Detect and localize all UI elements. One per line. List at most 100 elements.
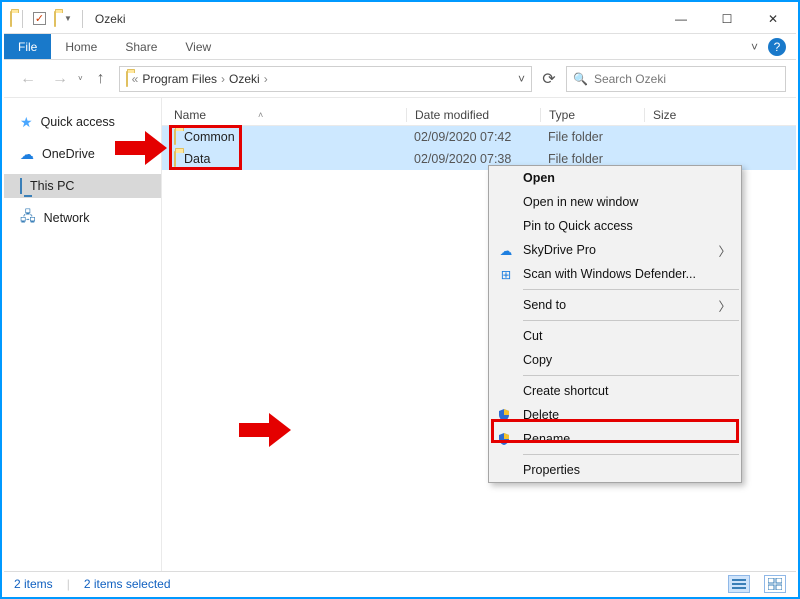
ctx-delete[interactable]: Delete xyxy=(489,403,741,427)
sort-asc-icon: ˄ xyxy=(258,110,263,120)
forward-button[interactable]: → xyxy=(46,65,74,93)
refresh-button[interactable]: ⟳ xyxy=(536,66,562,92)
folder-appicon xyxy=(10,12,12,26)
annotation-arrow-icon xyxy=(115,131,169,165)
context-menu: Open Open in new window Pin to Quick acc… xyxy=(488,165,742,483)
file-name: Data xyxy=(184,152,210,166)
breadcrumb-root-icon[interactable]: « xyxy=(132,72,139,86)
back-button[interactable]: ← xyxy=(14,65,42,93)
qat-separator-2 xyxy=(82,10,83,28)
window-title: Ozeki xyxy=(95,12,126,26)
large-icons-view-button[interactable] xyxy=(764,575,786,593)
status-bar: 2 items | 2 items selected xyxy=(4,571,796,595)
file-name: Common xyxy=(184,130,235,144)
explorer-window: ✓ ▼ Ozeki — ☐ ✕ File Home Share View ˅ ? xyxy=(4,4,796,595)
sidebar-item-label: OneDrive xyxy=(42,147,95,161)
chevron-right-icon: 〉 xyxy=(718,241,731,260)
cloud-icon: ☁ xyxy=(20,146,34,163)
ctx-separator xyxy=(523,454,739,455)
ctx-send-to[interactable]: Send to 〉 xyxy=(489,293,741,317)
ctx-pin-quickaccess[interactable]: Pin to Quick access xyxy=(489,214,741,238)
ctx-label: Scan with Windows Defender... xyxy=(523,267,696,281)
title-bar: ✓ ▼ Ozeki — ☐ ✕ xyxy=(4,4,796,34)
tab-view[interactable]: View xyxy=(171,34,225,59)
navigation-pane: ★ Quick access ☁ OneDrive This PC 🖧 Netw… xyxy=(4,98,162,571)
column-name[interactable]: Name ˄ xyxy=(162,108,406,122)
annotation-arrow-icon xyxy=(239,413,293,447)
sidebar-item-label: This PC xyxy=(30,179,74,193)
chevron-right-icon[interactable]: › xyxy=(221,72,225,86)
chevron-right-icon: 〉 xyxy=(718,296,731,315)
file-list: Name ˄ Date modified Type Size Common 02… xyxy=(162,98,796,571)
qat-separator xyxy=(22,10,23,28)
ctx-skydrive-pro[interactable]: ☁ SkyDrive Pro 〉 xyxy=(489,238,741,262)
address-dropdown-icon[interactable]: ˅ xyxy=(518,72,525,86)
ctx-label: Send to xyxy=(523,298,566,312)
file-type: File folder xyxy=(540,152,644,166)
maximize-button[interactable]: ☐ xyxy=(704,4,750,34)
ctx-label: Delete xyxy=(523,408,559,422)
large-icons-icon xyxy=(768,578,782,590)
folder-icon xyxy=(174,152,176,166)
ctx-label: SkyDrive Pro xyxy=(523,243,596,257)
address-bar[interactable]: « Program Files › Ozeki › ˅ xyxy=(119,66,532,92)
column-headers: Name ˄ Date modified Type Size xyxy=(162,98,796,126)
status-selected-count: 2 items selected xyxy=(84,577,171,591)
breadcrumb-item[interactable]: Ozeki xyxy=(229,72,260,86)
sidebar-item-label: Network xyxy=(44,211,90,225)
star-icon: ★ xyxy=(20,114,33,131)
file-tab[interactable]: File xyxy=(4,34,51,59)
file-date: 02/09/2020 07:38 xyxy=(406,152,540,166)
ctx-rename[interactable]: Rename xyxy=(489,427,741,451)
minimize-button[interactable]: — xyxy=(658,4,704,34)
details-view-icon xyxy=(732,579,746,589)
ctx-create-shortcut[interactable]: Create shortcut xyxy=(489,379,741,403)
address-bar-row: ← → ˅ ↑ « Program Files › Ozeki › ˅ ⟳ 🔍 … xyxy=(4,60,796,98)
qat-properties-icon[interactable]: ✓ xyxy=(33,12,46,25)
sidebar-item-thispc[interactable]: This PC xyxy=(4,174,161,198)
ctx-copy[interactable]: Copy xyxy=(489,348,741,372)
ctx-label: Rename xyxy=(523,432,570,446)
column-date[interactable]: Date modified xyxy=(406,108,540,122)
tab-share[interactable]: Share xyxy=(111,34,171,59)
ctx-properties[interactable]: Properties xyxy=(489,458,741,482)
sidebar-item-network[interactable]: 🖧 Network xyxy=(4,206,161,230)
status-item-count: 2 items xyxy=(14,577,53,591)
chevron-right-icon[interactable]: › xyxy=(264,72,268,86)
network-icon: 🖧 xyxy=(20,206,36,230)
ctx-open-new-window[interactable]: Open in new window xyxy=(489,190,741,214)
file-type: File folder xyxy=(540,130,644,144)
ctx-scan-defender[interactable]: ⊞ Scan with Windows Defender... xyxy=(489,262,741,286)
tab-home[interactable]: Home xyxy=(51,34,111,59)
shield-icon xyxy=(497,408,511,422)
ctx-separator xyxy=(523,289,739,290)
ctx-cut[interactable]: Cut xyxy=(489,324,741,348)
qat-customize-icon[interactable]: ▼ xyxy=(64,14,72,23)
ribbon-expand-icon[interactable]: ˅ xyxy=(751,40,758,54)
ctx-separator xyxy=(523,320,739,321)
folder-icon xyxy=(174,130,176,144)
monitor-icon xyxy=(20,179,22,193)
close-button[interactable]: ✕ xyxy=(750,4,796,34)
search-input[interactable]: 🔍 Search Ozeki xyxy=(566,66,786,92)
ctx-open[interactable]: Open xyxy=(489,166,741,190)
help-icon[interactable]: ? xyxy=(768,38,786,56)
search-icon: 🔍 xyxy=(573,72,588,86)
drive-icon xyxy=(126,72,128,86)
breadcrumb-item[interactable]: Program Files xyxy=(142,72,217,86)
defender-icon: ⊞ xyxy=(497,265,515,283)
recent-locations-icon[interactable]: ˅ xyxy=(78,74,83,83)
column-label: Name xyxy=(174,108,206,122)
qat-newfolder-icon[interactable] xyxy=(54,12,56,26)
table-row[interactable]: Common 02/09/2020 07:42 File folder xyxy=(162,126,796,148)
up-button[interactable]: ↑ xyxy=(87,65,115,93)
column-type[interactable]: Type xyxy=(540,108,644,122)
ribbon-tabs: File Home Share View ˅ ? xyxy=(4,34,796,60)
column-size[interactable]: Size xyxy=(644,108,796,122)
ctx-separator xyxy=(523,375,739,376)
cloud-icon: ☁ xyxy=(497,241,515,259)
search-placeholder: Search Ozeki xyxy=(594,72,666,86)
details-view-button[interactable] xyxy=(728,575,750,593)
sidebar-item-label: Quick access xyxy=(41,115,115,129)
file-date: 02/09/2020 07:42 xyxy=(406,130,540,144)
